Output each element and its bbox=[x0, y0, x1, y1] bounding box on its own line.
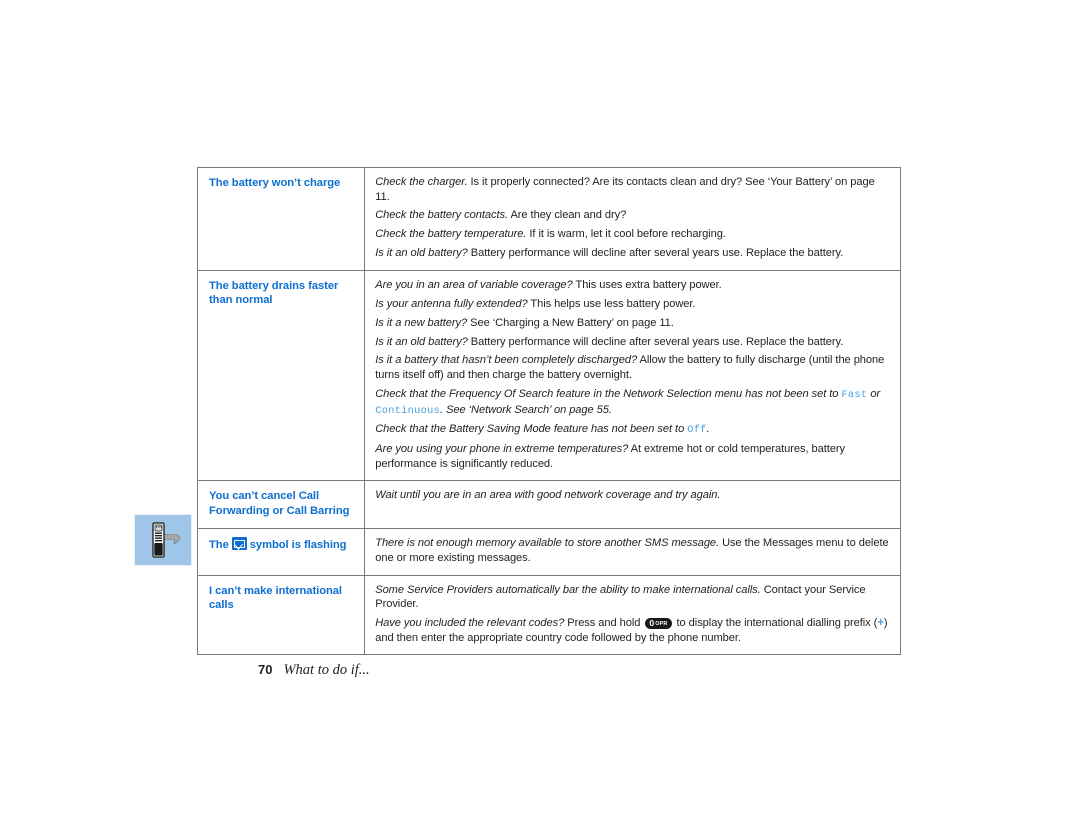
answer-line: Is it a new battery? See ‘Charging a New… bbox=[375, 316, 892, 331]
answer-line: Is your antenna fully extended? This hel… bbox=[375, 297, 892, 312]
answer-rest: Battery performance will decline after s… bbox=[467, 247, 844, 260]
answer-rest: This helps use less battery power. bbox=[527, 297, 696, 310]
answer-line: Have you included the relevant codes? Pr… bbox=[375, 616, 892, 645]
zero-key-label: OPR bbox=[655, 620, 668, 627]
answer-line: Check the battery contacts. Are they cle… bbox=[375, 208, 892, 223]
question-prefix: The bbox=[209, 539, 229, 552]
answer-line: Check the battery temperature. If it is … bbox=[375, 227, 892, 242]
code-value: Off bbox=[687, 424, 707, 437]
question-text: The battery won’t charge bbox=[209, 177, 341, 189]
answer-lead: Have you included the relevant codes? bbox=[375, 617, 565, 630]
answer-lead: There is not enough memory available to … bbox=[375, 537, 720, 550]
code-value: Continuous bbox=[375, 404, 441, 417]
answer-mid: to display the international dialling pr… bbox=[673, 617, 878, 630]
answer-rest: Are they clean and dry? bbox=[508, 209, 627, 222]
answer-line: Is it an old battery? Battery performanc… bbox=[375, 335, 892, 350]
answer-lead: Is it a battery that hasn’t been complet… bbox=[375, 354, 638, 367]
table-row: The battery won’t charge Check the charg… bbox=[196, 167, 901, 271]
answer-cell: Check the charger. Is it properly connec… bbox=[364, 167, 901, 271]
answer-line: Is it an old battery? Battery performanc… bbox=[375, 246, 892, 261]
zero-key-icon: 0OPR bbox=[645, 618, 672, 630]
answer-lead: Check that the Frequency Of Search featu… bbox=[375, 387, 842, 400]
question-text: The symbol is flashing bbox=[209, 537, 354, 553]
answer-line: Check that the Frequency Of Search featu… bbox=[375, 387, 892, 418]
question-cell: The symbol is flashing bbox=[196, 528, 366, 576]
table-row: The battery drains faster than normal Ar… bbox=[196, 269, 901, 482]
zero-key-number: 0 bbox=[649, 618, 655, 629]
answer-mid: or bbox=[867, 387, 881, 400]
answer-tail: . bbox=[706, 423, 710, 436]
answer-lead: Check the charger. bbox=[375, 176, 468, 188]
question-cell: You can’t cancel Call Forwarding or Call… bbox=[196, 480, 366, 530]
footer-section-title: What to do if... bbox=[283, 662, 370, 678]
answer-lead: Wait until you are in an area with good … bbox=[375, 489, 721, 502]
answer-lead: Check the battery contacts. bbox=[375, 209, 509, 222]
answer-line: Wait until you are in an area with good … bbox=[375, 488, 892, 503]
answer-line: Check the charger. Is it properly connec… bbox=[375, 175, 892, 204]
question-suffix: symbol is flashing bbox=[249, 539, 347, 552]
answer-line: Some Service Providers automatically bar… bbox=[375, 583, 892, 612]
answer-lead: Some Service Providers automatically bar… bbox=[375, 583, 761, 596]
answer-line: Check that the Battery Saving Mode featu… bbox=[375, 422, 892, 438]
answer-lead: Is your antenna fully extended? bbox=[375, 297, 528, 310]
answer-lead: Is it an old battery? bbox=[375, 335, 468, 348]
answer-line: There is not enough memory available to … bbox=[375, 536, 892, 565]
answer-mid: Press and hold bbox=[564, 617, 644, 630]
page-footer: 70 What to do if... bbox=[258, 662, 370, 679]
answer-line: Are you using your phone in extreme temp… bbox=[375, 442, 892, 471]
chapter-marker-icon bbox=[134, 514, 192, 566]
page-number: 70 bbox=[258, 662, 273, 677]
answer-rest: Battery performance will decline after s… bbox=[467, 335, 844, 348]
question-text: I can’t make international calls bbox=[209, 584, 342, 612]
answer-lead: Check the battery temperature. bbox=[375, 228, 527, 241]
question-cell: The battery drains faster than normal bbox=[196, 269, 366, 482]
phone-with-arrow-icon bbox=[152, 522, 180, 558]
answer-rest: This uses extra battery power. bbox=[572, 278, 722, 291]
plus-icon: + bbox=[877, 617, 884, 630]
envelope-icon bbox=[231, 537, 247, 551]
answer-lead: Is it a new battery? bbox=[375, 316, 468, 329]
answer-lead: Are you using your phone in extreme temp… bbox=[375, 443, 629, 456]
troubleshooting-table: The battery won’t charge Check the charg… bbox=[196, 167, 901, 656]
question-text: The battery drains faster than normal bbox=[209, 279, 339, 307]
answer-rest: If it is warm, let it cool before rechar… bbox=[526, 228, 726, 241]
answer-tail: . See ‘Network Search’ on page 55. bbox=[440, 403, 612, 416]
answer-cell: Some Service Providers automatically bar… bbox=[364, 574, 901, 656]
question-cell: I can’t make international calls bbox=[196, 574, 366, 656]
answer-lead: Check that the Battery Saving Mode featu… bbox=[375, 423, 688, 436]
answer-cell: Are you in an area of variable coverage?… bbox=[364, 269, 901, 482]
question-text: You can’t cancel Call Forwarding or Call… bbox=[209, 490, 350, 517]
table-row: You can’t cancel Call Forwarding or Call… bbox=[196, 480, 901, 530]
table-row: I can’t make international calls Some Se… bbox=[196, 574, 901, 656]
answer-cell: Wait until you are in an area with good … bbox=[364, 480, 901, 530]
table-row: The symbol is flashing There is not enoug… bbox=[196, 528, 901, 576]
answer-lead: Is it an old battery? bbox=[375, 247, 468, 260]
answer-cell: There is not enough memory available to … bbox=[364, 528, 901, 576]
answer-rest: See ‘Charging a New Battery’ on page 11. bbox=[467, 316, 674, 329]
answer-lead: Are you in an area of variable coverage? bbox=[375, 278, 573, 291]
answer-line: Is it a battery that hasn’t been complet… bbox=[375, 353, 892, 382]
code-value: Fast bbox=[841, 388, 868, 401]
answer-line: Are you in an area of variable coverage?… bbox=[375, 278, 892, 293]
question-cell: The battery won’t charge bbox=[196, 167, 366, 271]
